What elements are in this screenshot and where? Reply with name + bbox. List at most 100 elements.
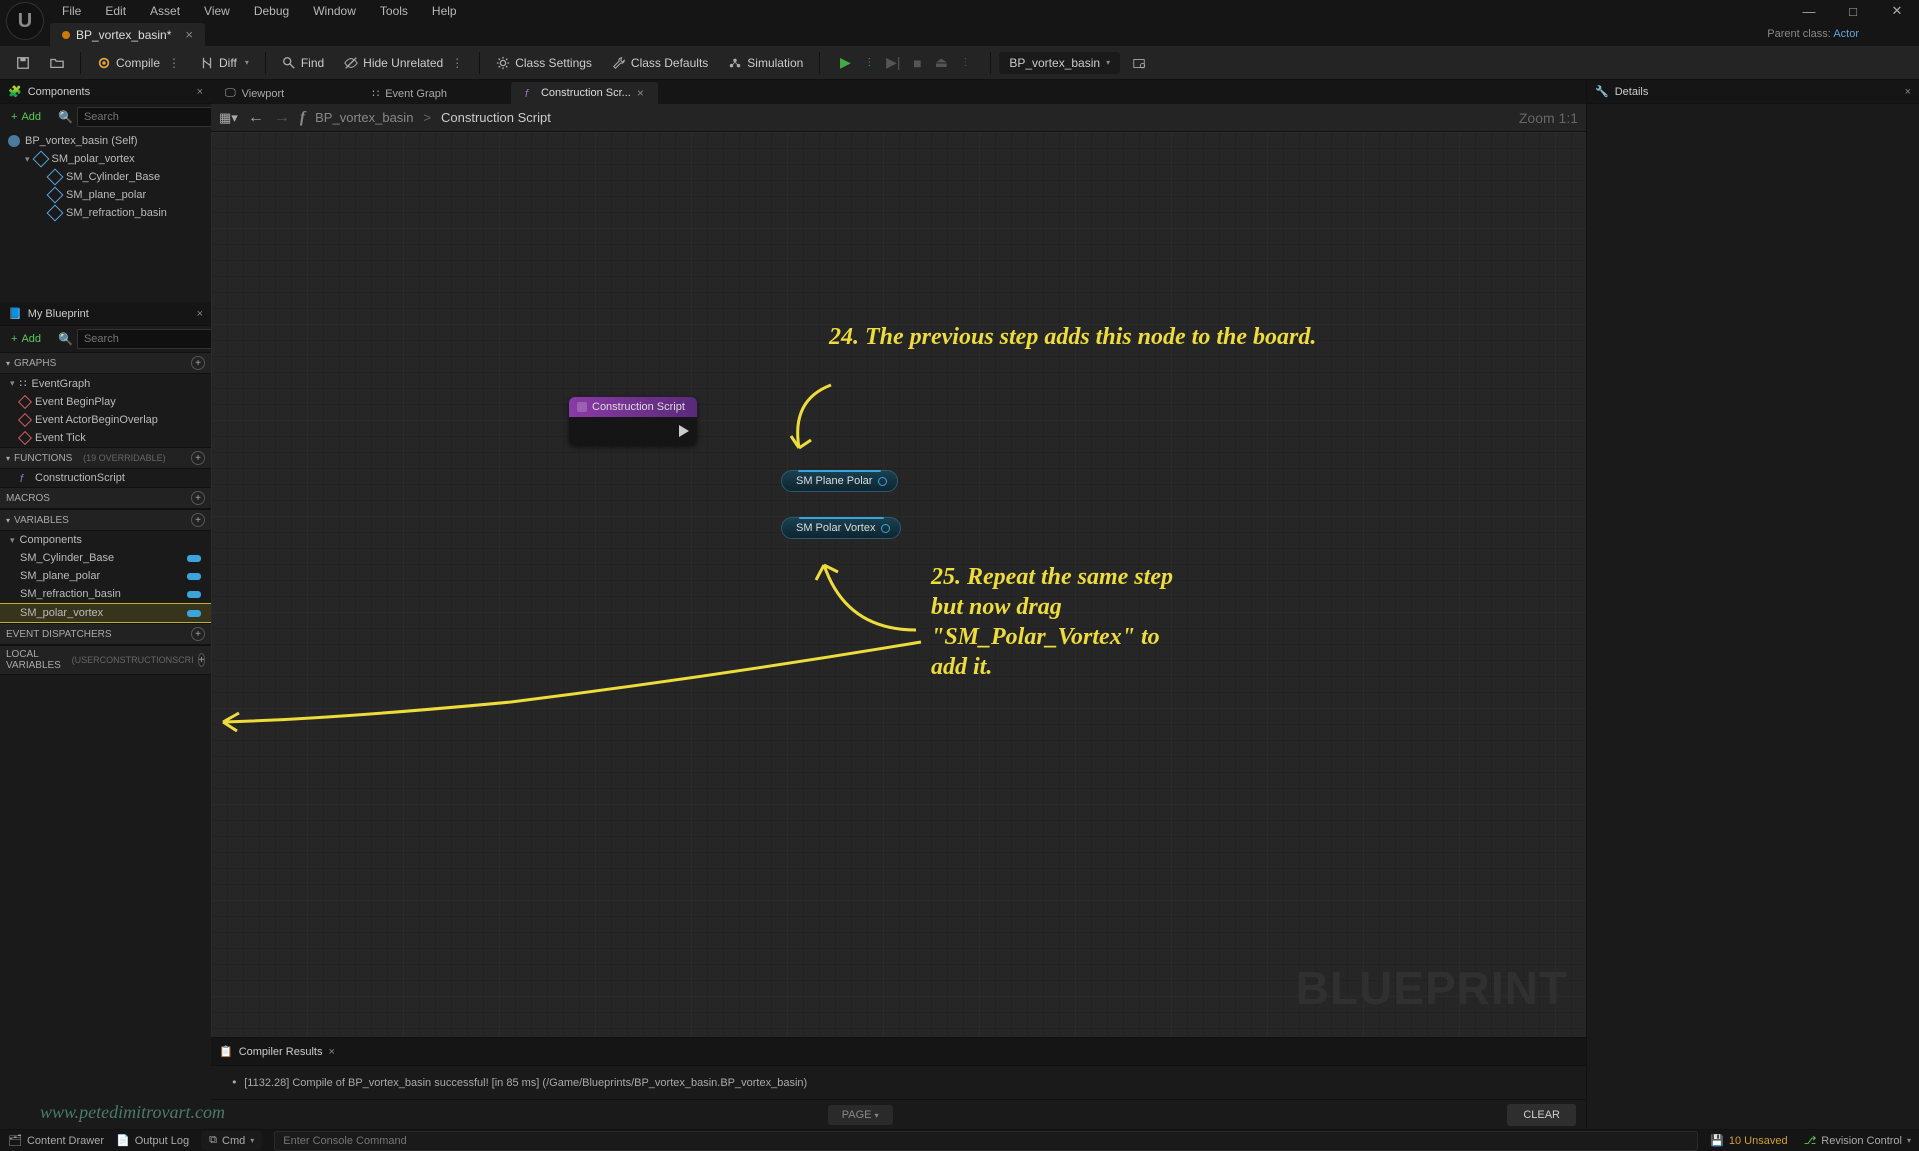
class-settings-button[interactable]: Class Settings — [488, 51, 600, 75]
event-actorbeginoverlap[interactable]: Event ActorBeginOverlap — [0, 411, 211, 429]
page-button[interactable]: PAGE ▾ — [828, 1105, 893, 1125]
compiler-results-body: • [1132.28] Compile of BP_vortex_basin s… — [211, 1065, 1586, 1099]
add-dispatcher-button[interactable]: + — [191, 627, 205, 641]
eject-button[interactable]: ⏏ — [930, 52, 952, 74]
site-watermark: www.petedimitrovart.com — [40, 1102, 225, 1123]
add-bp-button[interactable]: +Add — [3, 329, 49, 349]
tree-item-cylinder-base[interactable]: SM_Cylinder_Base — [0, 168, 211, 186]
blueprint-icon: 📘 — [8, 307, 22, 320]
unsaved-button[interactable]: 💾10 Unsaved — [1710, 1134, 1787, 1147]
event-tick[interactable]: Event Tick — [0, 429, 211, 447]
window-minimize-icon[interactable]: — — [1787, 0, 1831, 22]
stop-button[interactable]: ■ — [906, 52, 928, 74]
var-type-pill — [187, 591, 201, 598]
tab-constructionscript[interactable]: fConstruction Scr...× — [511, 82, 658, 104]
event-icon — [18, 395, 32, 409]
parent-class-label: Parent class: Actor — [1767, 28, 1859, 40]
section-variables[interactable]: ▾VARIABLES+ — [0, 509, 211, 531]
class-defaults-button[interactable]: Class Defaults — [604, 51, 716, 75]
add-variable-button[interactable]: + — [191, 513, 205, 527]
var-plane-polar[interactable]: SM_plane_polar — [0, 567, 211, 585]
var-cylinder-base[interactable]: SM_Cylinder_Base — [0, 549, 211, 567]
play-more-button[interactable]: ⋮ — [954, 52, 976, 74]
tree-item-refraction-basin[interactable]: SM_refraction_basin — [0, 204, 211, 222]
parent-class-link[interactable]: Actor — [1833, 28, 1859, 40]
skip-button[interactable]: ▶| — [882, 52, 904, 74]
section-graphs[interactable]: ▾GRAPHS+ — [0, 352, 211, 374]
var-refraction-basin[interactable]: SM_refraction_basin — [0, 585, 211, 603]
hide-unrelated-button[interactable]: Hide Unrelated⋮ — [336, 51, 471, 75]
grid-menu-icon[interactable]: ▦▾ — [219, 110, 238, 126]
output-pin[interactable] — [881, 524, 890, 533]
output-pin[interactable] — [878, 477, 887, 486]
compile-button[interactable]: Compile⋮ — [89, 51, 188, 75]
add-component-button[interactable]: +Add — [3, 107, 49, 127]
function-constructionscript[interactable]: fConstructionScript — [0, 469, 211, 487]
clear-button[interactable]: CLEAR — [1507, 1104, 1576, 1126]
section-macros[interactable]: MACROS+ — [0, 487, 211, 509]
myblueprint-search-input[interactable] — [77, 329, 233, 349]
nav-back-icon[interactable]: ← — [248, 109, 264, 127]
graph-eventgraph[interactable]: ▾∷EventGraph — [0, 374, 211, 393]
play-options-button[interactable]: ⋮ — [858, 52, 880, 74]
graph-canvas[interactable]: Construction Script SM Plane Polar SM Po… — [211, 132, 1586, 1037]
variables-components-group[interactable]: ▾Components — [0, 531, 211, 549]
section-functions[interactable]: ▾FUNCTIONS (19 OVERRIDABLE)+ — [0, 447, 211, 469]
play-button[interactable]: ▶ — [834, 52, 856, 74]
node-sm-plane-polar[interactable]: SM Plane Polar — [781, 470, 898, 492]
section-event-dispatchers[interactable]: EVENT DISPATCHERS+ — [0, 623, 211, 645]
tree-item-plane-polar[interactable]: SM_plane_polar — [0, 186, 211, 204]
tree-item-self[interactable]: BP_vortex_basin (Self) — [0, 132, 211, 150]
browse-button[interactable] — [42, 51, 72, 75]
menu-edit[interactable]: Edit — [93, 1, 138, 21]
details-panel: 🔧 Details × — [1586, 80, 1919, 1129]
menu-help[interactable]: Help — [420, 1, 469, 21]
function-icon: f — [300, 109, 305, 127]
close-tab-icon[interactable]: × — [637, 86, 644, 100]
close-tab-icon[interactable]: × — [185, 27, 193, 42]
close-panel-icon[interactable]: × — [197, 308, 203, 320]
function-icon: f — [525, 88, 535, 98]
find-button[interactable]: Find — [274, 51, 332, 75]
debug-object-select[interactable]: BP_vortex_basin▾ — [999, 52, 1120, 74]
var-polar-vortex[interactable]: SM_polar_vortex — [0, 603, 211, 623]
window-close-icon[interactable]: ✕ — [1875, 0, 1919, 22]
status-bar: 🗂Content Drawer 📄Output Log ⧉Cmd▾ 💾10 Un… — [0, 1129, 1919, 1151]
components-search-input[interactable] — [77, 107, 233, 127]
menu-view[interactable]: View — [192, 1, 242, 21]
window-maximize-icon[interactable]: □ — [1831, 0, 1875, 22]
menu-window[interactable]: Window — [301, 1, 368, 21]
tree-item-polar-vortex[interactable]: ▾SM_polar_vortex — [0, 150, 211, 168]
add-graph-button[interactable]: + — [191, 356, 205, 370]
event-beginplay[interactable]: Event BeginPlay — [0, 393, 211, 411]
menu-file[interactable]: File — [50, 1, 93, 21]
add-function-button[interactable]: + — [191, 451, 205, 465]
output-log-button[interactable]: 📄Output Log — [116, 1134, 189, 1147]
menu-tools[interactable]: Tools — [368, 1, 420, 21]
nav-forward-icon[interactable]: → — [274, 109, 290, 127]
close-panel-icon[interactable]: × — [197, 86, 203, 98]
menu-asset[interactable]: Asset — [138, 1, 192, 21]
save-button[interactable] — [8, 51, 38, 75]
add-localvar-button[interactable]: + — [198, 653, 206, 667]
menu-debug[interactable]: Debug — [242, 1, 301, 21]
cmd-selector[interactable]: ⧉Cmd▾ — [201, 1131, 262, 1150]
close-panel-icon[interactable]: × — [1905, 86, 1911, 98]
node-sm-polar-vortex[interactable]: SM Polar Vortex — [781, 517, 901, 539]
node-construction-script[interactable]: Construction Script — [569, 397, 697, 445]
tab-eventgraph[interactable]: ∷Event Graph — [358, 83, 461, 104]
main-tab[interactable]: BP_vortex_basin* × — [50, 23, 205, 46]
section-local-variables[interactable]: LOCAL VARIABLES (USERCONSTRUCTIONSCRI+ — [0, 645, 211, 675]
content-drawer-button[interactable]: 🗂Content Drawer — [8, 1134, 104, 1147]
add-macro-button[interactable]: + — [191, 491, 205, 505]
locate-button[interactable] — [1124, 51, 1154, 75]
search-icon — [282, 56, 296, 70]
diff-button[interactable]: Diff▾ — [192, 51, 257, 75]
tab-viewport[interactable]: 🖵Viewport — [211, 83, 298, 104]
simulation-button[interactable]: Simulation — [720, 51, 811, 75]
breadcrumb-root[interactable]: BP_vortex_basin — [315, 110, 413, 125]
close-panel-icon[interactable]: × — [328, 1046, 334, 1058]
console-input[interactable] — [274, 1131, 1698, 1151]
revision-control-button[interactable]: ⎇Revision Control▾ — [1804, 1134, 1911, 1147]
exec-out-pin[interactable] — [679, 425, 689, 437]
